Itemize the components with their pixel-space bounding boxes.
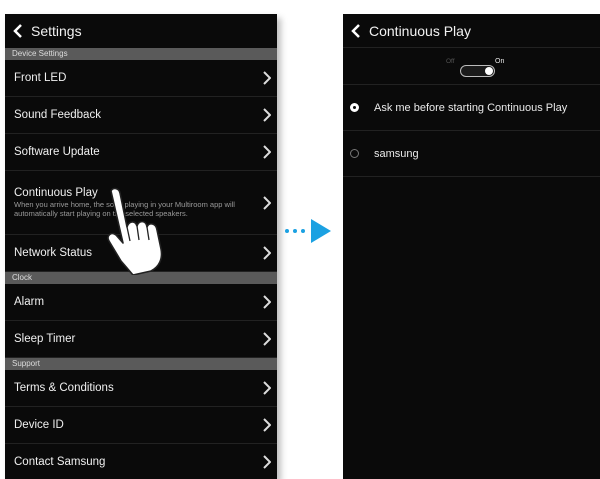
continuous-play-titlebar: Continuous Play <box>343 14 600 48</box>
chevron-right-icon <box>263 145 271 159</box>
settings-item-sleep-timer[interactable]: Sleep Timer <box>5 321 277 358</box>
settings-item-label: Software Update <box>14 146 100 158</box>
radio-selected[interactable] <box>350 103 359 112</box>
chevron-right-icon <box>263 455 271 469</box>
back-chevron-icon[interactable] <box>349 23 363 39</box>
settings-item-label: Sound Feedback <box>14 109 101 121</box>
continuous-play-toggle-row: Off On <box>343 48 600 85</box>
dotted-arrow-icon <box>285 219 331 243</box>
radio-unselected[interactable] <box>350 149 359 158</box>
settings-item-label: Sleep Timer <box>14 333 76 345</box>
page-title: Continuous Play <box>369 22 471 39</box>
settings-item-alarm[interactable]: Alarm <box>5 284 277 321</box>
settings-item-software-update[interactable]: Software Update <box>5 134 277 171</box>
settings-item-terms-conditions[interactable]: Terms & Conditions <box>5 370 277 407</box>
chevron-right-icon <box>263 195 271 210</box>
settings-item-label: Terms & Conditions <box>14 382 114 394</box>
settings-item-label: Contact Samsung <box>14 456 106 468</box>
pointing-hand-icon <box>107 187 163 275</box>
option-label: Ask me before starting Continuous Play <box>374 101 568 114</box>
settings-titlebar: Settings <box>5 14 277 48</box>
section-header-device-settings: Device Settings <box>5 48 277 60</box>
settings-item-device-id[interactable]: Device ID <box>5 407 277 444</box>
chevron-right-icon <box>263 381 271 395</box>
settings-item-sound-feedback[interactable]: Sound Feedback <box>5 97 277 134</box>
chevron-right-icon <box>263 332 271 346</box>
settings-item-front-led[interactable]: Front LED <box>5 60 277 97</box>
page-title: Settings <box>31 23 82 39</box>
section-header-support: Support <box>5 358 277 370</box>
back-chevron-icon[interactable] <box>11 23 25 39</box>
toggle-off-label: Off <box>446 58 455 65</box>
chevron-right-icon <box>263 246 271 260</box>
settings-item-label: Alarm <box>14 296 45 308</box>
settings-item-label: Front LED <box>14 72 67 84</box>
settings-item-label: Device ID <box>14 419 64 431</box>
option-label: samsung <box>374 147 419 160</box>
toggle-on-label: On <box>495 58 505 65</box>
chevron-right-icon <box>263 418 271 432</box>
option-ask-before-play[interactable]: Ask me before starting Continuous Play <box>343 85 600 131</box>
settings-item-contact-samsung[interactable]: Contact Samsung <box>5 444 277 479</box>
chevron-right-icon <box>263 295 271 309</box>
toggle-knob <box>485 67 493 75</box>
option-samsung[interactable]: samsung <box>343 131 600 177</box>
chevron-right-icon <box>263 71 271 85</box>
chevron-right-icon <box>263 108 271 122</box>
continuous-play-screen: Continuous Play Off On Ask me before sta… <box>343 14 600 479</box>
continuous-play-toggle[interactable] <box>460 65 495 77</box>
